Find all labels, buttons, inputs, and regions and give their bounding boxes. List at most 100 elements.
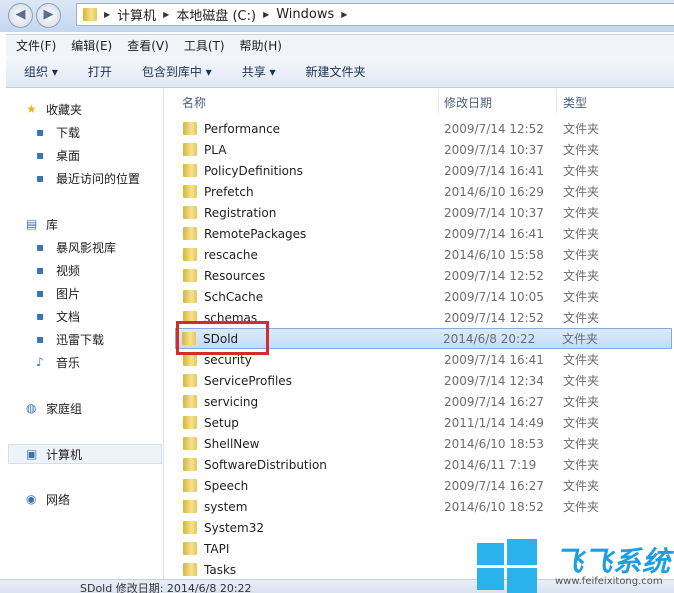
file-type: 文件夹 — [563, 395, 600, 409]
sidebar-item[interactable]: ▪ 暴风影视库 — [36, 237, 116, 257]
sidebar-item-label: 下载 — [56, 125, 81, 140]
sidebar-item[interactable]: ▪ 文档 — [36, 306, 80, 326]
address-bar-area: ◀ ▶ ▶ 计算机 ▶ 本地磁盘 (C:) ▶ Windows ▶ — [0, 0, 674, 32]
file-row[interactable]: ServiceProfiles 2009/7/14 12:34 文件夹 — [177, 370, 674, 391]
file-type: 文件夹 — [563, 290, 600, 304]
file-row[interactable]: SchCache 2009/7/14 10:05 文件夹 — [177, 286, 674, 307]
toolbar-button[interactable]: 共享 ▾ — [242, 63, 276, 80]
breadcrumb-arrow[interactable]: ▶ — [341, 10, 347, 19]
breadcrumb-arrow[interactable]: ▶ — [163, 10, 169, 19]
menu-item[interactable]: 查看(V) — [127, 37, 169, 54]
column-type[interactable]: 类型 — [563, 94, 587, 111]
sidebar-item[interactable]: ◉ 网络 — [26, 489, 70, 509]
sidebar-item[interactable]: ▪ 图片 — [36, 283, 80, 303]
file-date: 2014/6/10 18:53 — [444, 436, 544, 451]
menu-item[interactable]: 文件(F) — [16, 37, 56, 54]
sidebar-item[interactable]: ♪ 音乐 — [36, 352, 80, 372]
folder-icon — [83, 8, 97, 21]
folder-icon — [183, 521, 197, 534]
file-date: 2009/7/14 12:52 — [444, 310, 544, 325]
menu-item[interactable]: 帮助(H) — [240, 37, 282, 54]
file-name: Setup — [204, 415, 239, 430]
homegroup-icon: ◍ — [26, 401, 37, 415]
sidebar-item[interactable]: ▪ 迅雷下载 — [36, 329, 104, 349]
forward-button[interactable]: ▶ — [36, 3, 61, 28]
file-name: system — [204, 499, 248, 514]
sidebar-item[interactable]: ◍ 家庭组 — [26, 398, 82, 418]
file-row[interactable]: rescache 2014/6/10 15:58 文件夹 — [177, 244, 674, 265]
picture-icon: ▪ — [36, 286, 45, 300]
file-row[interactable]: Registration 2009/7/14 10:37 文件夹 — [177, 202, 674, 223]
file-name: SoftwareDistribution — [204, 457, 327, 472]
file-date: 2009/7/14 16:41 — [444, 352, 544, 367]
file-row[interactable]: Prefetch 2014/6/10 16:29 文件夹 — [177, 181, 674, 202]
sidebar-item[interactable]: ▣ 计算机 — [8, 444, 162, 464]
breadcrumb-item[interactable]: 计算机 — [117, 5, 156, 24]
folder-icon — [183, 500, 197, 513]
file-row[interactable]: Resources 2009/7/14 12:52 文件夹 — [177, 265, 674, 286]
menu-bar: 文件(F) 编辑(E) 查看(V) 工具(T) 帮助(H) — [6, 34, 674, 56]
file-row[interactable]: Speech 2009/7/14 16:27 文件夹 — [177, 475, 674, 496]
file-name: servicing — [204, 394, 259, 409]
column-date[interactable]: 修改日期 — [444, 94, 492, 111]
breadcrumb-item[interactable]: Windows — [276, 7, 334, 22]
folder-icon — [183, 143, 197, 156]
file-date: 2014/6/10 16:29 — [444, 184, 544, 199]
menu-item[interactable]: 编辑(E) — [71, 37, 112, 54]
file-date: 2014/6/11 7:19 — [444, 457, 537, 472]
sidebar-item-label: 音乐 — [56, 355, 81, 370]
breadcrumb-arrow[interactable]: ▶ — [104, 10, 110, 19]
file-type: 文件夹 — [563, 311, 600, 325]
video-library-icon: ▪ — [36, 240, 45, 254]
sidebar-item-label: 计算机 — [46, 447, 83, 462]
file-row[interactable]: Performance 2009/7/14 12:52 文件夹 — [177, 118, 674, 139]
file-row[interactable]: RemotePackages 2009/7/14 16:41 文件夹 — [177, 223, 674, 244]
file-name: PLA — [204, 142, 227, 157]
sidebar-item[interactable]: ▤ 库 — [26, 214, 58, 234]
file-name: TAPI — [204, 541, 230, 556]
sidebar-item[interactable]: ▪ 桌面 — [36, 145, 80, 165]
file-type: 文件夹 — [563, 122, 600, 136]
star-icon: ★ — [26, 102, 37, 116]
file-type: 文件夹 — [563, 185, 600, 199]
address-input[interactable]: ▶ 计算机 ▶ 本地磁盘 (C:) ▶ Windows ▶ — [76, 3, 674, 26]
breadcrumb-arrow[interactable]: ▶ — [263, 10, 269, 19]
file-row[interactable]: PLA 2009/7/14 10:37 文件夹 — [177, 139, 674, 160]
toolbar-button[interactable]: 新建文件夹 — [306, 63, 366, 80]
file-type: 文件夹 — [563, 500, 600, 514]
sidebar-item-label: 家庭组 — [46, 401, 83, 416]
recent-places-icon: ▪ — [36, 171, 45, 185]
toolbar-button[interactable]: 包含到库中 ▾ — [142, 63, 212, 80]
column-name[interactable]: 名称 — [182, 94, 206, 111]
music-icon: ♪ — [36, 355, 44, 369]
folder-icon — [183, 416, 197, 429]
sidebar-item[interactable]: ▪ 最近访问的位置 — [36, 168, 140, 188]
sidebar-item[interactable]: ▪ 下载 — [36, 122, 80, 142]
file-row[interactable]: PolicyDefinitions 2009/7/14 16:41 文件夹 — [177, 160, 674, 181]
file-row[interactable]: SoftwareDistribution 2014/6/11 7:19 文件夹 — [177, 454, 674, 475]
file-date: 2009/7/14 16:41 — [444, 163, 544, 178]
back-button[interactable]: ◀ — [8, 3, 33, 28]
file-date: 2014/6/8 20:22 — [443, 331, 536, 346]
breadcrumb-item[interactable]: 本地磁盘 (C:) — [176, 5, 256, 24]
menu-item[interactable]: 工具(T) — [184, 37, 225, 54]
watermark-url: www.feifeixitong.com — [555, 576, 663, 587]
folder-icon — [183, 437, 197, 450]
file-date: 2009/7/14 16:27 — [444, 478, 544, 493]
file-row[interactable]: servicing 2009/7/14 16:27 文件夹 — [177, 391, 674, 412]
sidebar-item[interactable]: ▪ 视频 — [36, 260, 80, 280]
file-row[interactable]: system 2014/6/10 18:52 文件夹 — [177, 496, 674, 517]
library-icon: ▤ — [26, 217, 38, 231]
file-row[interactable]: ShellNew 2014/6/10 18:53 文件夹 — [177, 433, 674, 454]
sidebar-item-label: 暴风影视库 — [56, 240, 117, 255]
video-icon: ▪ — [36, 263, 45, 277]
toolbar-button[interactable]: 组织 ▾ — [24, 63, 58, 80]
file-name: System32 — [204, 520, 265, 535]
command-bar: 组织 ▾ 打开 包含到库中 ▾ 共享 ▾ 新建文件夹 — [6, 56, 674, 88]
file-date: 2009/7/14 16:41 — [444, 226, 544, 241]
sidebar-item[interactable]: ★ 收藏夹 — [26, 99, 82, 119]
toolbar-button[interactable]: 打开 — [88, 63, 112, 80]
file-row[interactable]: Setup 2011/1/14 14:49 文件夹 — [177, 412, 674, 433]
file-type: 文件夹 — [563, 206, 600, 220]
watermark-logo-text: 飞飞系统 — [555, 545, 672, 578]
